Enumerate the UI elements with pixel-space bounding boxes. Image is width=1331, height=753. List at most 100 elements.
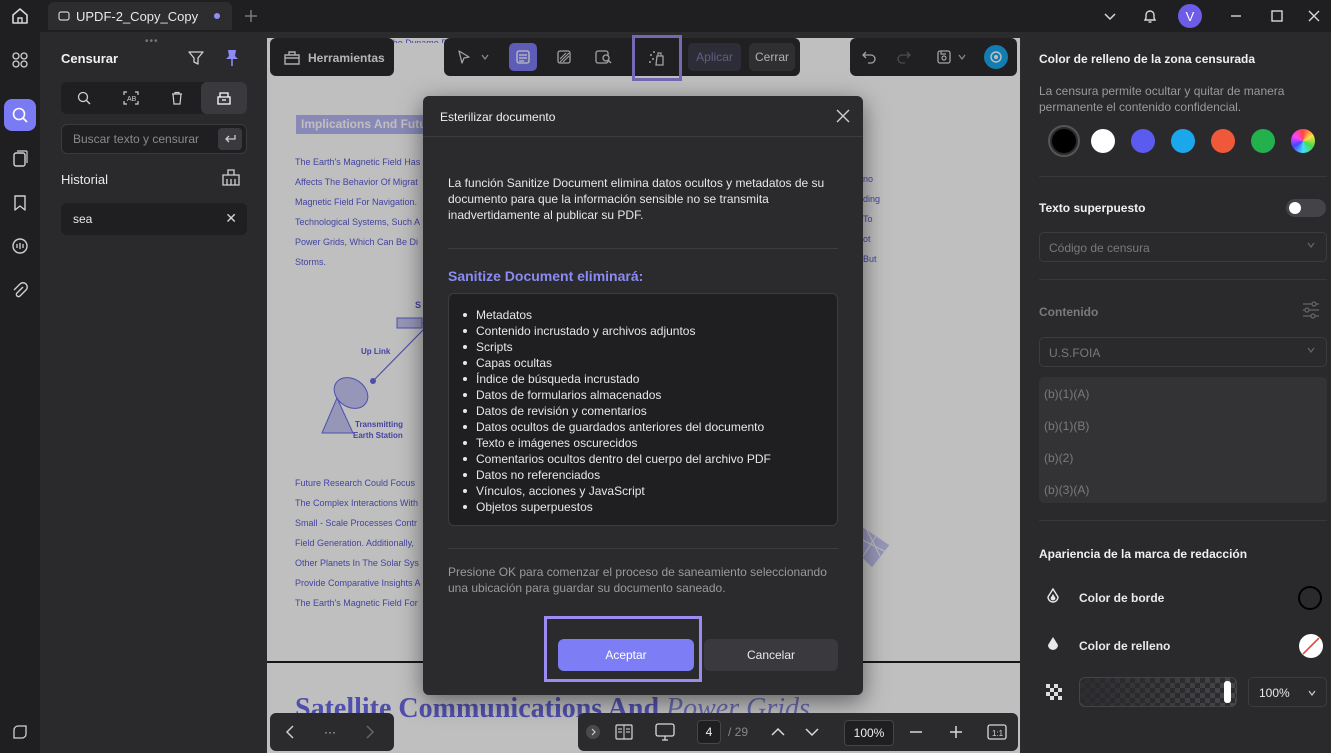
home-icon[interactable] xyxy=(6,0,34,32)
close-icon[interactable] xyxy=(835,108,851,124)
unsaved-dot xyxy=(214,13,220,19)
redact-mode-tabs: AB xyxy=(61,82,247,114)
code-item[interactable]: (b)(3)(A) xyxy=(1044,483,1089,497)
redaction-code-select[interactable]: Código de censura xyxy=(1039,232,1327,262)
pin-icon[interactable] xyxy=(224,49,240,67)
border-color-swatch[interactable] xyxy=(1298,586,1322,610)
list-item: Comentarios ocultos dentro del cuerpo de… xyxy=(459,451,837,467)
bookmark-icon[interactable] xyxy=(4,187,36,219)
search-placeholder: Buscar texto y censurar xyxy=(73,132,200,146)
bell-icon[interactable] xyxy=(1140,0,1160,32)
sanitize-mode-tab[interactable] xyxy=(200,82,247,114)
opacity-slider-handle[interactable] xyxy=(1224,681,1231,703)
chevron-left-icon[interactable] xyxy=(280,722,300,742)
layers-icon[interactable] xyxy=(4,716,36,748)
dialog-intro: La función Sanitize Document elimina dat… xyxy=(448,176,825,222)
search-redact-input[interactable]: Buscar texto y censurar xyxy=(61,124,247,154)
search-redact-icon[interactable] xyxy=(4,99,36,131)
content-code-select[interactable]: U.S.FOIA xyxy=(1039,337,1327,367)
opacity-select[interactable]: 100% xyxy=(1248,677,1327,707)
chevron-up-icon[interactable] xyxy=(768,722,788,742)
sliders-icon[interactable] xyxy=(1301,301,1321,319)
document-tab[interactable]: UPDF-2_Copy_Copy xyxy=(48,2,232,30)
pages-icon[interactable] xyxy=(4,143,36,175)
page-total: / 29 xyxy=(728,725,749,739)
code-item[interactable]: (b)(1)(B) xyxy=(1044,419,1089,433)
opacity-icon xyxy=(1046,684,1062,700)
delete-mode-tab[interactable] xyxy=(154,82,201,114)
chevron-down-icon[interactable] xyxy=(1100,0,1120,32)
actual-size-icon[interactable]: 1:1 xyxy=(986,722,1008,742)
ok-button[interactable]: Aceptar xyxy=(558,639,694,671)
no-fill-color-swatch[interactable] xyxy=(1299,634,1323,658)
filter-icon[interactable] xyxy=(188,50,204,66)
zoom-out-icon[interactable] xyxy=(906,722,926,742)
collapse-icon[interactable] xyxy=(586,725,600,739)
title-bar: UPDF-2_Copy_Copy V xyxy=(0,0,1331,32)
chevron-right-icon[interactable] xyxy=(360,722,380,742)
list-item: Texto e imágenes oscurecidos xyxy=(459,435,837,451)
more-icon[interactable]: ··· xyxy=(320,722,340,742)
list-item: Datos de formularios almacenados xyxy=(459,387,837,403)
zoom-level-input[interactable]: 100% xyxy=(844,720,894,746)
color-swatch-cyan[interactable] xyxy=(1171,129,1195,153)
enter-icon[interactable] xyxy=(218,128,242,150)
thumbnails-icon[interactable] xyxy=(4,44,36,76)
panel-title: Censurar xyxy=(61,51,119,66)
zoom-in-icon[interactable] xyxy=(946,722,966,742)
opacity-value: 100% xyxy=(1259,686,1290,700)
search-mode-tab[interactable] xyxy=(61,82,108,114)
color-swatch-white[interactable] xyxy=(1091,129,1115,153)
color-swatch-red[interactable] xyxy=(1211,129,1235,153)
code-item[interactable]: (b)(2) xyxy=(1044,451,1073,465)
fill-drop-icon xyxy=(1046,636,1060,654)
document-tab-icon xyxy=(58,10,70,22)
color-swatch-blue[interactable] xyxy=(1131,129,1155,153)
new-tab-icon[interactable] xyxy=(242,0,260,32)
maximize-icon[interactable] xyxy=(1267,0,1287,32)
opacity-gradient xyxy=(1080,678,1236,706)
overlay-text-toggle[interactable] xyxy=(1286,199,1326,217)
search-icon xyxy=(77,91,91,105)
redaction-code-placeholder: Código de censura xyxy=(1049,241,1150,255)
color-swatch-green[interactable] xyxy=(1251,129,1275,153)
view-controls-bar: 4 / 29 100% 1:1 xyxy=(578,713,1018,751)
presentation-icon[interactable] xyxy=(654,722,676,742)
attachment-icon[interactable] xyxy=(4,275,36,307)
code-item[interactable]: (b)(1)(A) xyxy=(1044,387,1089,401)
page-number-input[interactable]: 4 xyxy=(697,720,721,744)
dialog-note: Presione OK para comenzar el proceso de … xyxy=(448,565,827,595)
cancel-button[interactable]: Cancelar xyxy=(704,639,838,671)
divider xyxy=(1039,279,1327,280)
chevron-down-icon[interactable] xyxy=(802,722,822,742)
svg-text:1:1: 1:1 xyxy=(992,729,1004,738)
fill-area-description: La censura permite ocultar y quitar de m… xyxy=(1039,84,1285,114)
history-item[interactable]: sea ✕ xyxy=(61,203,247,235)
list-item: Contenido incrustado y archivos adjuntos xyxy=(459,323,837,339)
divider xyxy=(1039,176,1327,177)
minimize-icon[interactable] xyxy=(1226,0,1246,32)
content-label: Contenido xyxy=(1039,305,1099,319)
fill-color-label: Color de relleno xyxy=(1079,639,1171,653)
clear-history-icon[interactable] xyxy=(221,167,241,187)
list-item: Scripts xyxy=(459,339,837,355)
overlay-text-label: Texto superpuesto xyxy=(1039,201,1146,215)
divider xyxy=(448,248,838,249)
color-picker-icon[interactable] xyxy=(1291,129,1315,153)
close-window-icon[interactable] xyxy=(1304,0,1324,32)
list-item: Metadatos xyxy=(459,307,837,323)
appearance-title: Apariencia de la marca de redacción xyxy=(1039,547,1248,561)
divider xyxy=(1039,520,1327,521)
chevron-down-icon xyxy=(1306,345,1316,355)
comment-icon[interactable] xyxy=(4,230,36,262)
page-layout-icon[interactable] xyxy=(614,722,634,742)
avatar[interactable]: V xyxy=(1178,4,1202,28)
panel-drag-handle[interactable]: ••• xyxy=(145,36,159,47)
sanitize-dialog: Esterilizar documento La función Sanitiz… xyxy=(423,96,863,695)
area-mode-tab[interactable]: AB xyxy=(108,82,155,114)
remove-history-icon[interactable]: ✕ xyxy=(225,210,237,227)
color-swatch-black[interactable] xyxy=(1052,129,1076,153)
opacity-slider[interactable] xyxy=(1079,677,1237,707)
text-area-icon: AB xyxy=(123,91,139,105)
dialog-title: Esterilizar documento xyxy=(440,110,556,124)
